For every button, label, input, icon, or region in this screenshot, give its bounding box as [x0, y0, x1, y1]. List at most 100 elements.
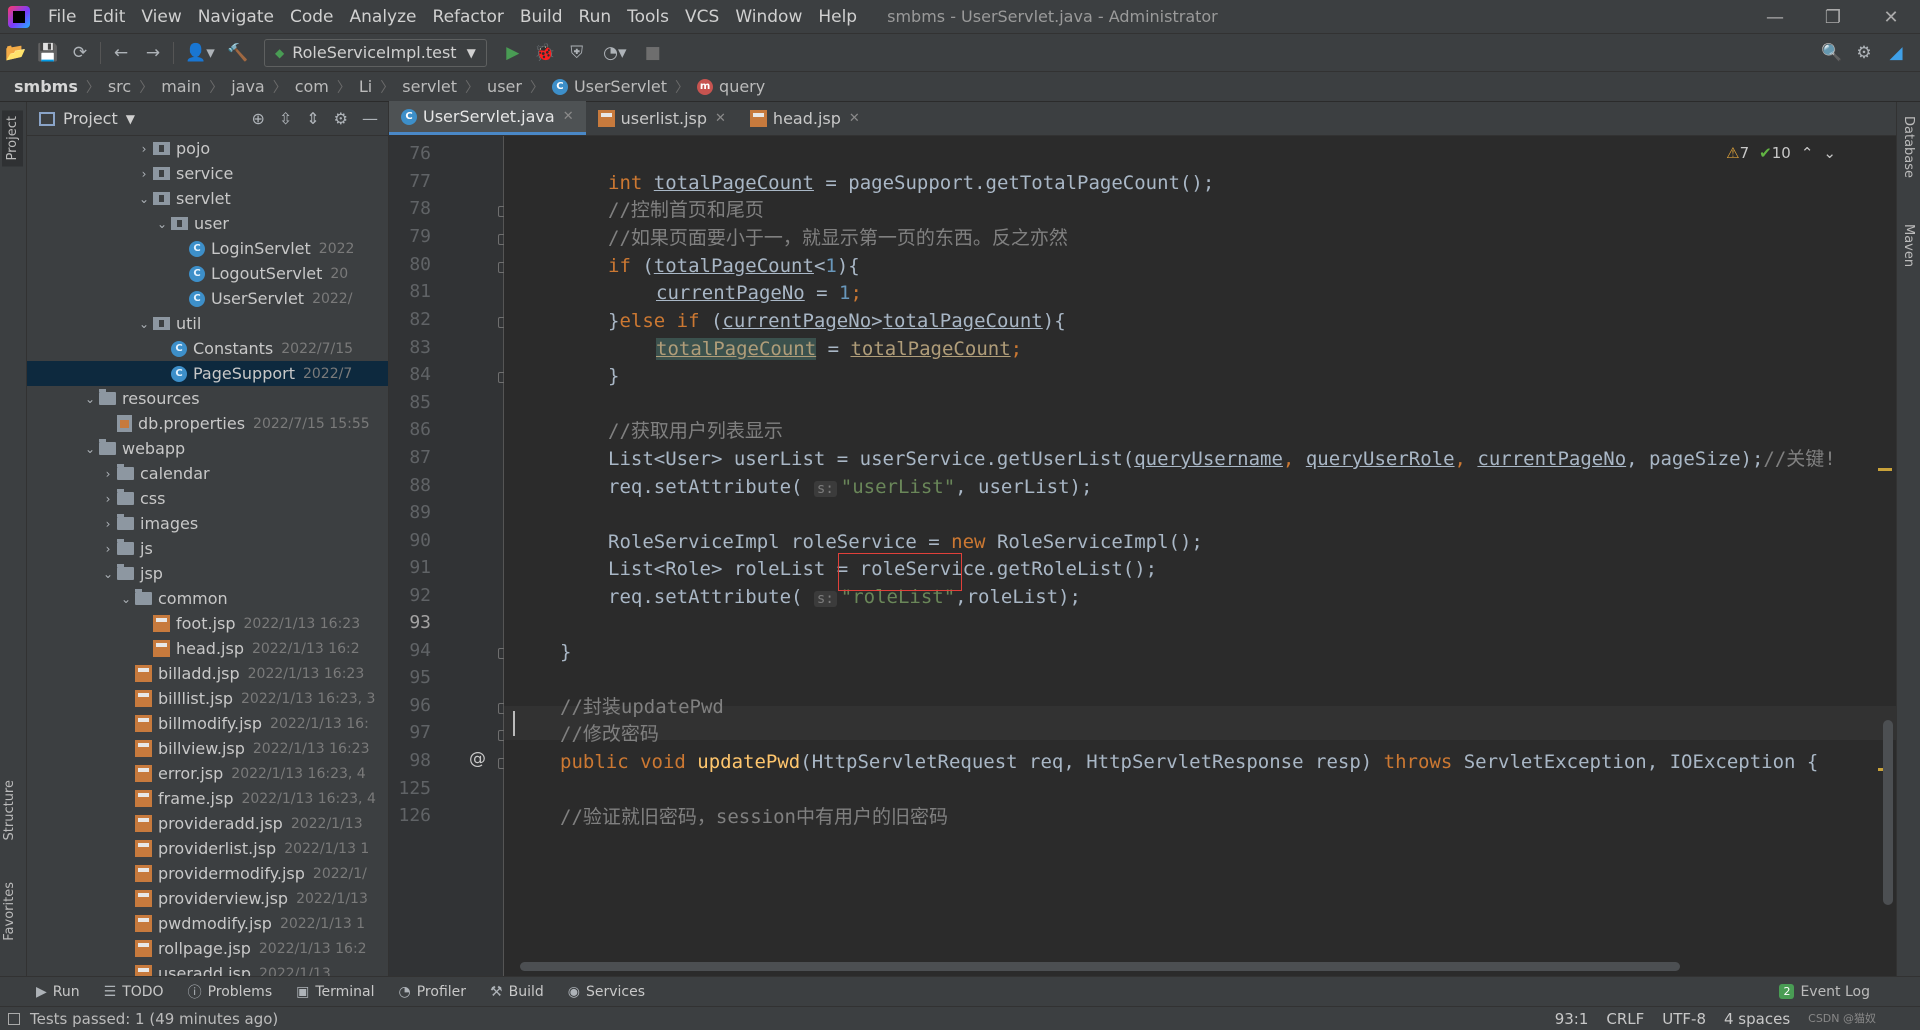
tab-userservlet-java[interactable]: C UserServlet.java ✕ — [389, 101, 586, 135]
breadcrumb-class[interactable]: UserServlet — [574, 77, 667, 96]
status-message[interactable]: Tests passed: 1 (49 minutes ago) — [30, 1010, 278, 1028]
tool-windows-toggle-icon[interactable] — [8, 1012, 20, 1025]
tree-item-billadd-jsp[interactable]: billadd.jsp 2022/1/13 16:23 — [27, 661, 388, 686]
chevron-right-icon[interactable]: › — [99, 542, 117, 556]
expand-all-icon[interactable]: ⇳ — [279, 109, 292, 128]
line-number[interactable]: 86 — [389, 419, 431, 440]
breadcrumb-item[interactable]: java — [231, 77, 265, 96]
menu-window[interactable]: Window — [727, 7, 810, 27]
build-hammer-icon[interactable]: 🔨 — [222, 38, 254, 68]
horizontal-scrollbar[interactable] — [520, 962, 1680, 971]
menu-navigate[interactable]: Navigate — [190, 7, 282, 27]
tool-tab-profiler[interactable]: ◔ Profiler — [399, 984, 467, 1000]
tree-item-pwdmodify-jsp[interactable]: pwdmodify.jsp 2022/1/13 1 — [27, 911, 388, 936]
tree-item-webapp[interactable]: ⌄ webapp — [27, 436, 388, 461]
line-number[interactable]: 89 — [389, 502, 431, 523]
event-log-button[interactable]: 2 Event Log — [1779, 984, 1870, 1000]
chevron-right-icon[interactable]: › — [99, 492, 117, 506]
line-separator[interactable]: CRLF — [1606, 1010, 1644, 1028]
tree-item-provideradd-jsp[interactable]: provideradd.jsp 2022/1/13 — [27, 811, 388, 836]
profile-dropdown-icon[interactable]: ◔▾ — [593, 38, 637, 68]
close-icon[interactable]: ✕ — [563, 109, 574, 124]
tool-tab-structure[interactable]: Structure — [2, 780, 17, 840]
chevron-down-icon[interactable]: ⌄ — [81, 392, 99, 406]
menu-tools[interactable]: Tools — [619, 7, 677, 27]
close-button[interactable]: ✕ — [1862, 0, 1920, 34]
tool-tab-services[interactable]: ◉ Services — [568, 984, 645, 1000]
line-number[interactable]: 77 — [389, 171, 431, 192]
gear-icon[interactable]: ⚙ — [334, 109, 348, 128]
close-icon[interactable]: ✕ — [715, 111, 726, 126]
breadcrumb-item[interactable]: com — [295, 77, 329, 96]
tree-item-jsp[interactable]: ⌄ jsp — [27, 561, 388, 586]
tree-item-pagesupport[interactable]: C PageSupport 2022/7 — [27, 361, 388, 386]
breadcrumb-method[interactable]: query — [719, 77, 765, 96]
tool-tab-run[interactable]: ▶ Run — [36, 984, 80, 1000]
line-number[interactable]: 83 — [389, 337, 431, 358]
line-number[interactable]: 94 — [389, 640, 431, 661]
tree-item-userservlet[interactable]: C UserServlet 2022/ — [27, 286, 388, 311]
line-number[interactable]: 126 — [389, 805, 431, 826]
tree-item-util[interactable]: ⌄ util — [27, 311, 388, 336]
line-number[interactable]: 84 — [389, 364, 431, 385]
tree-item-db-properties[interactable]: db.properties 2022/7/15 15:55 — [27, 411, 388, 436]
line-number[interactable]: 91 — [389, 557, 431, 578]
tab-head-jsp[interactable]: head.jsp ✕ — [738, 101, 872, 135]
chevron-down-icon[interactable]: ⌄ — [135, 317, 153, 331]
line-number[interactable]: 78 — [389, 198, 431, 219]
minimize-button[interactable]: — — [1746, 0, 1804, 34]
run-configuration-select[interactable]: ◆ RoleServiceImpl.test ▼ — [264, 38, 487, 67]
menu-refactor[interactable]: Refactor — [425, 7, 512, 27]
tree-item-user[interactable]: ⌄ user — [27, 211, 388, 236]
tool-tab-terminal[interactable]: ▣ Terminal — [296, 984, 374, 1000]
hide-icon[interactable]: — — [362, 109, 378, 128]
jetbrains-toolbox-icon[interactable]: ◢ — [1880, 38, 1912, 68]
caret-position[interactable]: 93:1 — [1555, 1010, 1589, 1028]
tool-tab-maven[interactable]: Maven — [1901, 224, 1916, 267]
tree-item-providerview-jsp[interactable]: providerview.jsp 2022/1/13 — [27, 886, 388, 911]
save-icon[interactable]: 💾 — [32, 38, 64, 68]
breadcrumb-item[interactable]: main — [161, 77, 201, 96]
tree-item-common[interactable]: ⌄ common — [27, 586, 388, 611]
tree-item-css[interactable]: › css — [27, 486, 388, 511]
line-number[interactable]: 87 — [389, 447, 431, 468]
collapse-all-icon[interactable]: ⇕ — [306, 109, 319, 128]
tree-item-foot-jsp[interactable]: foot.jsp 2022/1/13 16:23 — [27, 611, 388, 636]
tree-item-providerlist-jsp[interactable]: providerlist.jsp 2022/1/13 1 — [27, 836, 388, 861]
coverage-icon[interactable]: ⛨ — [561, 38, 593, 68]
warning-count[interactable]: ⚠7 — [1726, 144, 1749, 162]
tree-item-rollpage-jsp[interactable]: rollpage.jsp 2022/1/13 16:2 — [27, 936, 388, 961]
line-number[interactable]: 76 — [389, 143, 431, 164]
tree-item-calendar[interactable]: › calendar — [27, 461, 388, 486]
tree-item-billmodify-jsp[interactable]: billmodify.jsp 2022/1/13 16: — [27, 711, 388, 736]
chevron-down-icon[interactable]: ⌄ — [99, 567, 117, 581]
tree-item-providermodify-jsp[interactable]: providermodify.jsp 2022/1/ — [27, 861, 388, 886]
chevron-down-icon[interactable]: ⌄ — [135, 192, 153, 206]
breadcrumb-item[interactable]: servlet — [402, 77, 457, 96]
inspection-widget[interactable]: ⚠7 ✔10 ⌃ ⌄ — [1726, 144, 1836, 162]
gear-icon[interactable]: ⚙ — [1848, 38, 1880, 68]
menu-code[interactable]: Code — [282, 7, 342, 27]
tree-item-frame-jsp[interactable]: frame.jsp 2022/1/13 16:23, 4 — [27, 786, 388, 811]
debug-icon[interactable]: 🐞 — [529, 38, 561, 68]
scroll-warning-marker[interactable] — [1878, 468, 1892, 471]
tool-tab-todo[interactable]: ☰ TODO — [104, 984, 164, 1000]
chevron-down-icon[interactable]: ▼ — [126, 112, 135, 126]
menu-run[interactable]: Run — [571, 7, 620, 27]
tree-item-resources[interactable]: ⌄ resources — [27, 386, 388, 411]
restore-button[interactable]: ❐ — [1804, 0, 1862, 34]
tree-item-images[interactable]: › images — [27, 511, 388, 536]
forward-icon[interactable]: → — [137, 38, 169, 68]
tree-item-billlist-jsp[interactable]: billlist.jsp 2022/1/13 16:23, 3 — [27, 686, 388, 711]
menu-build[interactable]: Build — [512, 7, 571, 27]
chevron-up-icon[interactable]: ⌃ — [1801, 144, 1814, 162]
tree-item-logoutservlet[interactable]: C LogoutServlet 20 — [27, 261, 388, 286]
menu-edit[interactable]: Edit — [84, 7, 133, 27]
chevron-right-icon[interactable]: › — [99, 467, 117, 481]
tree-item-service[interactable]: › service — [27, 161, 388, 186]
menu-vcs[interactable]: VCS — [677, 7, 727, 27]
line-number[interactable]: 88 — [389, 475, 431, 496]
tool-tab-favorites[interactable]: Favorites — [2, 882, 17, 941]
open-folder-icon[interactable]: 📂 — [0, 38, 32, 68]
line-number[interactable]: 97 — [389, 722, 431, 743]
